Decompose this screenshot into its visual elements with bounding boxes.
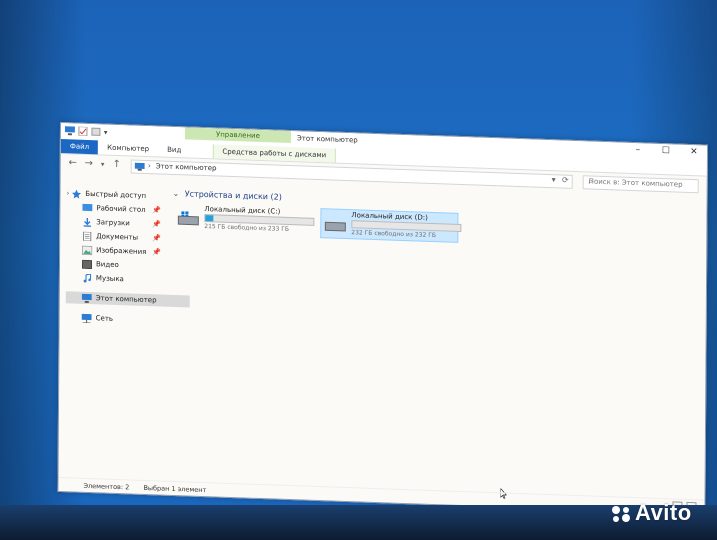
- drive-item-d[interactable]: Локальный диск (D:) 232 ГБ свободно из 2…: [320, 208, 462, 243]
- close-button[interactable]: ✕: [687, 147, 701, 157]
- chevron-down-icon[interactable]: ▾: [552, 175, 556, 184]
- drive-usage-fill: [205, 215, 214, 222]
- tab-file[interactable]: Файл: [60, 139, 99, 155]
- pin-icon[interactable]: 📌: [152, 220, 161, 228]
- documents-icon: [83, 231, 92, 241]
- sidebar-item-video[interactable]: Видео: [81, 258, 190, 274]
- sidebar-item-quick-access[interactable]: › Быстрый доступ: [66, 187, 174, 203]
- sidebar-item-label: Этот компьютер: [95, 294, 157, 305]
- video-icon: [81, 259, 93, 269]
- drive-item-c[interactable]: Локальный диск (C:) 215 ГБ свободно из 2…: [174, 203, 315, 236]
- sidebar-item-label: Загрузки: [96, 218, 130, 228]
- chevron-down-icon[interactable]: ⌄: [172, 189, 179, 198]
- sidebar-item-images[interactable]: Изображения 📌: [82, 244, 190, 260]
- explorer-window: ▾ Управление Этот компьютер – ☐ ✕ Файл К…: [57, 122, 708, 515]
- breadcrumb[interactable]: Этот компьютер: [156, 162, 217, 172]
- sidebar-item-label: Видео: [95, 260, 119, 270]
- sidebar-item-music[interactable]: Музыка: [82, 272, 190, 288]
- group-header[interactable]: ⌄ Устройства и диски (2): [172, 189, 281, 202]
- refresh-icon[interactable]: ⟳: [562, 176, 569, 185]
- sidebar-item-label: Быстрый доступ: [85, 189, 147, 201]
- sidebar-item-label: Сеть: [95, 314, 114, 323]
- star-icon: [71, 189, 81, 199]
- tab-computer[interactable]: Компьютер: [98, 140, 158, 156]
- properties-icon[interactable]: [78, 126, 88, 136]
- pin-icon[interactable]: 📌: [152, 248, 161, 256]
- pc-icon[interactable]: [64, 126, 75, 136]
- search-input[interactable]: Поиск в: Этот компьютер ⌕: [582, 175, 699, 194]
- forward-button[interactable]: →: [83, 158, 95, 170]
- avito-logo-icon: [612, 506, 630, 523]
- watermark-text: Avito: [635, 500, 692, 525]
- status-item-count: Элементов: 2: [83, 481, 130, 492]
- search-icon: ⌕: [588, 176, 594, 186]
- back-button[interactable]: ←: [67, 157, 79, 169]
- tab-view[interactable]: Вид: [158, 142, 190, 157]
- up-button[interactable]: ↑: [111, 159, 123, 171]
- sidebar-item-label: Рабочий стол: [96, 204, 146, 214]
- breadcrumb-separator-icon[interactable]: ›: [148, 161, 151, 170]
- pc-icon: [81, 293, 92, 303]
- sidebar-item-network[interactable]: Сеть: [66, 311, 190, 327]
- navigation-pane: › Быстрый доступ Рабочий стол 📌 Загрузки…: [59, 183, 190, 477]
- drive-icon: [177, 211, 199, 226]
- minimize-button[interactable]: –: [631, 145, 645, 155]
- breadcrumb-separator-icon[interactable]: ›: [214, 163, 217, 172]
- sidebar-item-this-pc[interactable]: Этот компьютер: [65, 291, 190, 308]
- chevron-down-icon[interactable]: ▾: [104, 128, 108, 136]
- sidebar-item-label: Музыка: [95, 274, 124, 284]
- network-icon: [81, 313, 92, 323]
- recent-locations-button[interactable]: ▾: [97, 158, 109, 170]
- watermark: Avito: [610, 500, 692, 526]
- pin-icon[interactable]: 📌: [152, 206, 161, 214]
- group-title: Устройства и диски (2): [184, 189, 282, 202]
- desktop-icon: [82, 203, 93, 211]
- context-tab-group-label: Управление: [184, 127, 291, 144]
- music-icon: [83, 273, 92, 283]
- images-icon: [82, 245, 93, 255]
- pin-icon[interactable]: 📌: [152, 234, 161, 242]
- new-folder-icon[interactable]: [91, 127, 101, 136]
- sidebar-item-documents[interactable]: Документы 📌: [82, 230, 190, 246]
- status-selected: Выбран 1 элемент: [143, 483, 207, 495]
- drive-icon: [324, 221, 346, 232]
- sidebar-item-label: Документы: [96, 232, 139, 242]
- sidebar-item-label: Изображения: [96, 246, 147, 257]
- maximize-button[interactable]: ☐: [659, 146, 673, 156]
- pc-icon: [134, 162, 145, 171]
- window-title: Этот компьютер: [296, 134, 358, 145]
- download-icon: [83, 217, 91, 227]
- quick-access-toolbar: ▾: [64, 126, 108, 136]
